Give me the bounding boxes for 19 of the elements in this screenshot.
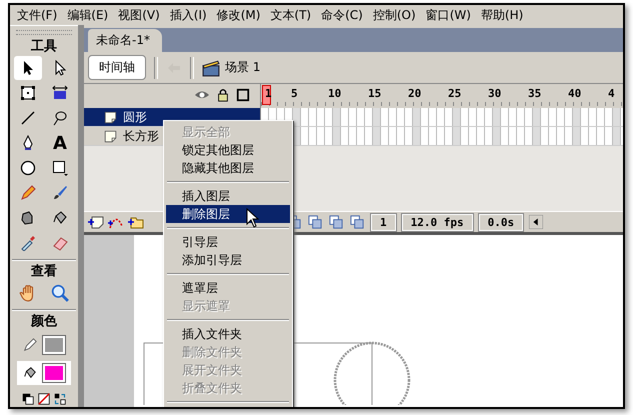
frame-rate: 12.0 fps xyxy=(402,214,473,230)
toolbox-title: 工具 xyxy=(31,38,57,56)
frame-number: 15 xyxy=(368,87,382,100)
current-frame: 1 xyxy=(371,214,396,230)
frame-number: 35 xyxy=(528,87,542,100)
frame-number: 4 xyxy=(608,87,615,100)
frame-number: 25 xyxy=(448,87,462,100)
elapsed-time: 0.0s xyxy=(478,214,524,230)
view-title: 查看 xyxy=(31,263,57,281)
frame-number: 20 xyxy=(408,87,422,100)
scene-label: 场景 1 xyxy=(225,59,260,76)
layer-name: 长方形 xyxy=(123,128,159,144)
layer-name: 圆形 xyxy=(123,108,147,126)
frame-number: 1 xyxy=(265,87,272,100)
colors-title: 颜色 xyxy=(31,313,57,331)
frame-number: 10 xyxy=(328,87,342,100)
frame-number: 5 xyxy=(291,87,298,100)
frame-number: 30 xyxy=(488,87,502,100)
frame-number: 40 xyxy=(568,87,582,100)
